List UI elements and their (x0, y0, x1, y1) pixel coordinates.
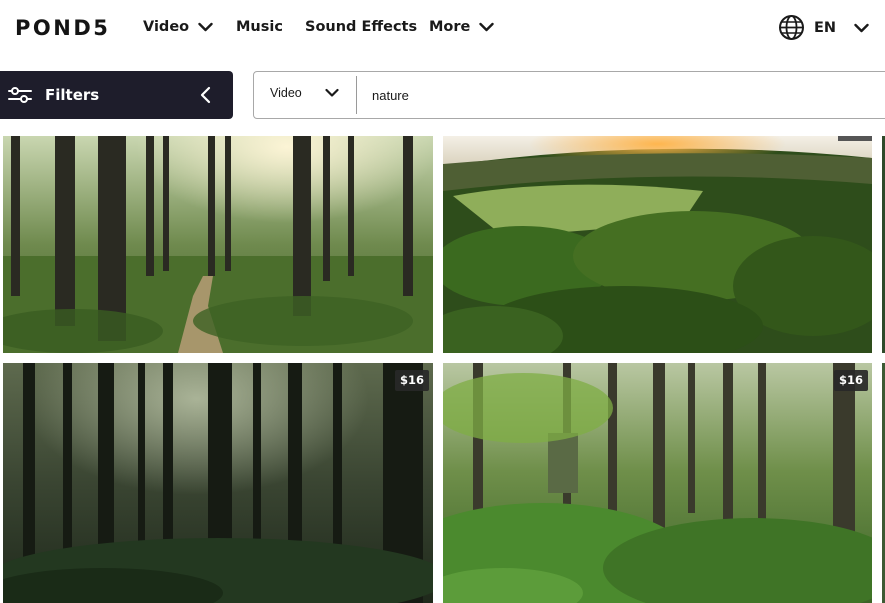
chevron-down-icon (854, 23, 869, 32)
pond5-logo[interactable]: POND5 (15, 14, 110, 42)
chevron-down-icon (479, 22, 495, 32)
result-thumbnail-4[interactable]: $16 (443, 363, 872, 603)
filters-toggle-button[interactable]: Filters (0, 71, 233, 119)
nav-music[interactable]: Music (236, 16, 283, 38)
language-selector[interactable]: EN (778, 14, 869, 41)
nav-sound-effects[interactable]: Sound Effects (305, 16, 417, 38)
media-type-dropdown[interactable]: Video (254, 72, 356, 118)
nav-video[interactable]: Video (143, 16, 213, 38)
language-code: EN (814, 19, 837, 36)
forest-path-thumbnail (3, 136, 433, 353)
nav-video-label: Video (143, 19, 190, 35)
nav-music-label: Music (236, 19, 283, 35)
globe-icon (779, 15, 804, 40)
sliders-icon (8, 87, 32, 103)
top-navigation: POND5 Video Music Sound Effects More EN (0, 0, 885, 56)
search-divider (356, 76, 357, 114)
result-thumbnail-3[interactable]: $16 (3, 363, 433, 603)
nav-sound-effects-label: Sound Effects (305, 19, 418, 35)
search-input[interactable] (372, 82, 852, 108)
nav-more[interactable]: More (429, 16, 495, 38)
chevron-left-icon (200, 86, 211, 104)
chevron-down-icon (198, 22, 213, 32)
nav-more-label: More (429, 19, 471, 35)
result-thumbnail-1[interactable] (3, 136, 433, 353)
filters-label: Filters (45, 86, 100, 104)
thumbnail-corner-tag (838, 136, 872, 141)
result-thumbnail-2[interactable] (443, 136, 872, 353)
price-badge: $16 (394, 370, 429, 391)
price-badge: $16 (833, 370, 868, 391)
search-bar: Video (253, 71, 885, 119)
fern-forest-thumbnail (443, 363, 872, 603)
dark-forest-thumbnail (3, 363, 433, 603)
aerial-forest-sunset-thumbnail (443, 136, 872, 353)
media-type-label: Video (270, 86, 302, 100)
chevron-down-icon (325, 88, 339, 97)
